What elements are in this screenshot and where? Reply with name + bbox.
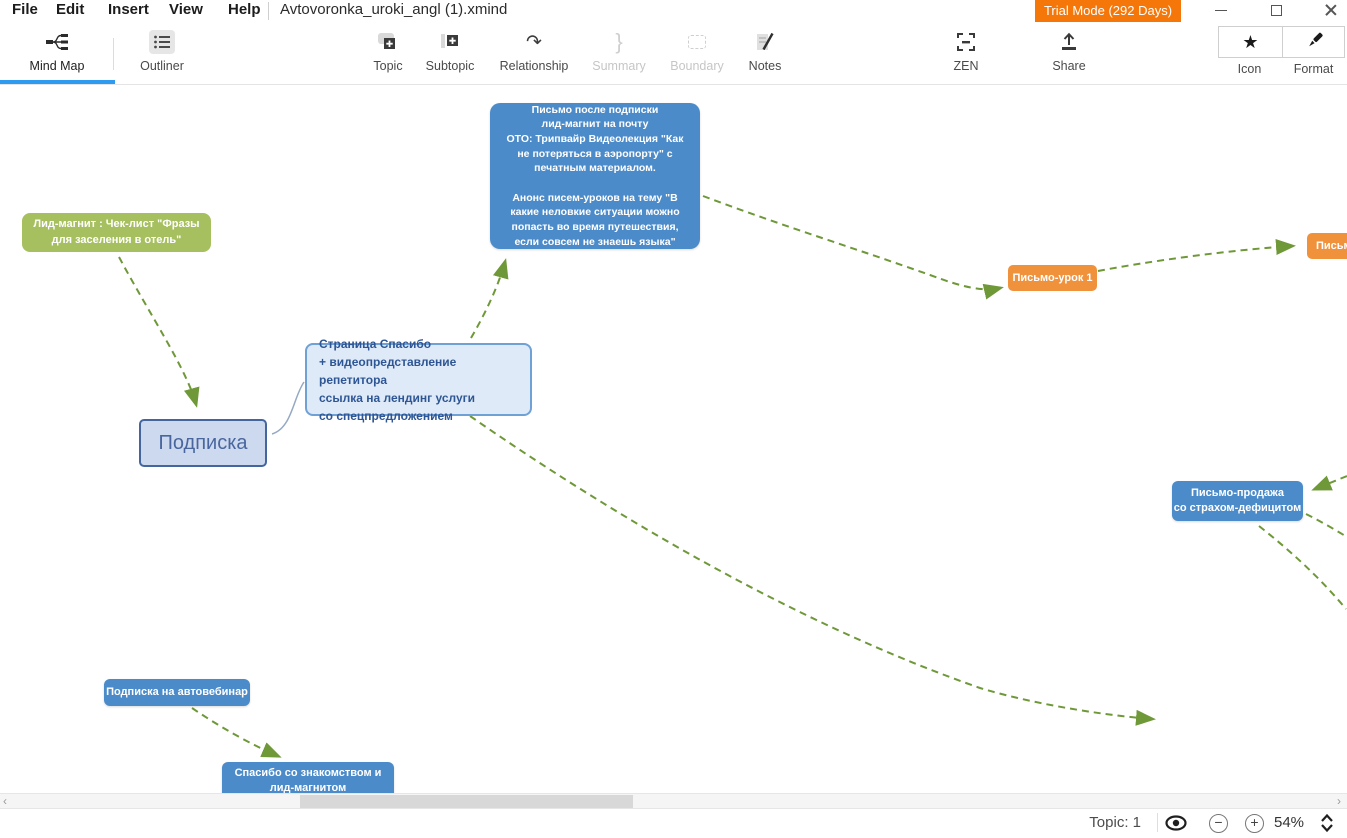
maximize-button[interactable] [1261,0,1291,20]
trial-mode-badge[interactable]: Trial Mode (292 Days) [1035,0,1181,22]
topic-subscription[interactable]: Подписка [139,419,267,467]
minus-icon: − [1214,814,1222,830]
document-title: Avtovoronka_uroki_angl (1).xmind [280,0,507,22]
topic-label: Письмо-урок 1 [1012,272,1092,284]
zoom-out-button[interactable]: − [1209,814,1228,833]
menu-view[interactable]: View [165,0,207,22]
icon-button[interactable]: ★ [1219,27,1282,57]
outliner-icon [124,26,200,58]
tab-mind-map[interactable]: Mind Map [19,26,95,82]
toolbar: Mind Map Outliner Topic [0,22,1347,85]
button-label: Subtopic [412,59,488,73]
minimize-button[interactable] [1206,0,1236,20]
plus-icon: + [1250,814,1258,830]
topic-label: Письмо после подписки лид-магнит на почт… [500,103,690,250]
summary-icon: } [581,26,657,58]
fit-map-button[interactable] [1320,813,1334,838]
eye-icon [1165,819,1187,836]
scrollbar-thumb[interactable] [300,795,633,808]
horizontal-scrollbar[interactable]: ‹ › [0,793,1347,808]
close-icon [1325,4,1337,16]
icon-format-group: ★ [1218,26,1345,58]
status-separator [1157,813,1158,832]
button-label: Share [1031,59,1107,73]
subtopic-button[interactable]: Subtopic [412,26,488,82]
tab-label: Mind Map [19,59,95,73]
button-label: ZEN [928,59,1004,73]
star-icon: ★ [1242,32,1258,53]
mind-map-icon [19,26,95,58]
topic-label: Страница Спасибо + видеопредставление ре… [319,335,518,425]
zen-button[interactable]: ZEN [928,26,1004,82]
menu-help[interactable]: Help [224,0,265,22]
topic-lead-magnet[interactable]: Лид-магнит : Чек-лист "Фразы для заселен… [22,213,211,252]
tab-separator [113,38,114,70]
topic-letter-lesson-1[interactable]: Письмо-урок 1 [1008,265,1097,291]
zoom-in-button[interactable]: + [1245,814,1264,833]
status-bar: Topic: 1 − + 54% [0,808,1347,835]
topic-label: Подписка на автовебинар [106,685,248,700]
menu-separator [268,2,269,20]
topic-webinar-subscription[interactable]: Подписка на автовебинар [104,679,250,706]
topic-label: Спасибо со знакомством и лид-магнитом [230,766,386,795]
zoom-level[interactable]: 54% [1274,814,1304,831]
presenter-view-button[interactable] [1165,814,1187,832]
minimize-icon [1215,10,1227,11]
boundary-button: Boundary [659,26,735,82]
button-label: Boundary [659,59,735,73]
format-button[interactable] [1283,27,1346,57]
tab-label: Outliner [124,59,200,73]
topic-label: Письмо [1316,240,1347,252]
zen-mode-icon [928,26,1004,58]
button-label: Relationship [496,59,572,73]
boundary-icon [659,26,735,58]
topic-thanks-page[interactable]: Страница Спасибо + видеопредставление ре… [305,343,532,416]
active-tab-indicator [0,80,115,84]
maximize-icon [1271,5,1282,16]
share-button[interactable]: Share [1031,26,1107,82]
notes-icon [727,26,803,58]
relationship-button[interactable]: ↷ Relationship [496,26,572,82]
tab-outliner[interactable]: Outliner [124,26,200,82]
scroll-left-icon[interactable]: ‹ [0,794,10,809]
button-label: Notes [727,59,803,73]
scroll-right-icon[interactable]: › [1334,794,1344,809]
summary-button: } Summary [581,26,657,82]
menu-bar: File Edit Insert View Help Avtovoronka_u… [0,0,1347,22]
topic-sale-letter[interactable]: Письмо-продажа со страхом-дефицитом [1172,481,1303,521]
relationship-icon: ↷ [496,26,572,58]
topic-letter-next[interactable]: Письмо [1307,233,1347,259]
button-label: Icon [1218,62,1281,76]
topic-label: Письмо-продажа со страхом-дефицитом [1174,486,1301,515]
topic-label: Подписка [158,432,247,455]
menu-edit[interactable]: Edit [52,0,88,22]
menu-insert[interactable]: Insert [104,0,153,22]
chevron-up-down-icon [1320,820,1334,837]
topic-count: Topic: 1 [1089,814,1141,831]
share-icon [1031,26,1107,58]
topic-welcome-letter[interactable]: Письмо после подписки лид-магнит на почт… [490,103,700,249]
menu-file[interactable]: File [8,0,42,22]
close-button[interactable] [1316,0,1346,20]
button-label: Summary [581,59,657,73]
subtopic-icon [412,26,488,58]
topic-label: Лид-магнит : Чек-лист "Фразы для заселен… [32,217,201,248]
brush-icon [1305,30,1325,55]
button-label: Format [1282,62,1345,76]
notes-button[interactable]: Notes [727,26,803,82]
